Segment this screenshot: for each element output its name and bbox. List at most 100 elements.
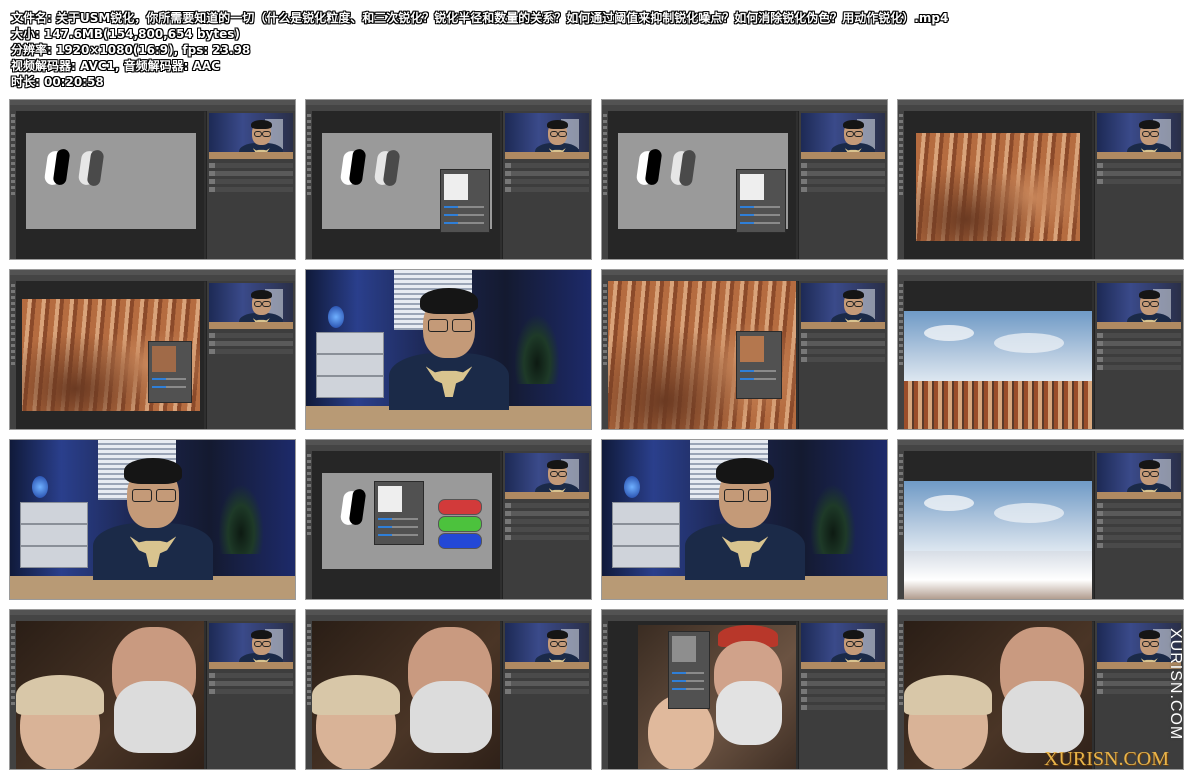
photoshop-window xyxy=(10,610,295,769)
webcam-overlay xyxy=(801,623,885,669)
layers-panel xyxy=(1097,503,1181,551)
layers-panel xyxy=(1097,163,1181,187)
canvas-area xyxy=(904,111,1092,259)
presenter-figure xyxy=(384,286,514,411)
right-panel xyxy=(206,281,295,429)
video-thumbnail xyxy=(9,439,296,600)
layers-panel xyxy=(209,673,293,697)
right-panel xyxy=(502,451,591,599)
watermark-vertical: XURISN.COM xyxy=(1167,628,1184,741)
presenter-scene xyxy=(306,270,591,429)
thumbnail-grid xyxy=(0,0,1194,780)
layers-panel xyxy=(1097,333,1181,373)
canvas-area xyxy=(16,281,204,429)
video-thumbnail xyxy=(601,609,888,770)
canvas-area xyxy=(904,621,1092,769)
presenter-figure xyxy=(680,456,810,581)
unsharp-mask-dialog xyxy=(668,631,710,709)
layers-panel xyxy=(801,673,885,713)
canvas-area xyxy=(16,111,204,259)
layers-panel xyxy=(505,163,589,195)
right-panel xyxy=(206,621,295,769)
canvas-area xyxy=(904,281,1092,429)
layers-panel xyxy=(801,333,885,365)
video-thumbnail xyxy=(897,99,1184,260)
canvas-area xyxy=(608,281,796,429)
right-panel xyxy=(206,111,295,259)
webcam-overlay xyxy=(209,623,293,669)
video-thumbnail xyxy=(305,439,592,600)
video-thumbnail xyxy=(601,99,888,260)
video-thumbnail xyxy=(897,439,1184,600)
gray-canvas xyxy=(26,133,196,229)
layers-panel xyxy=(801,163,885,195)
video-thumbnail xyxy=(9,269,296,430)
layers-panel xyxy=(209,333,293,357)
watermark-logo: XURISN.COM xyxy=(1044,748,1170,770)
portrait-photo xyxy=(16,621,204,769)
webcam-overlay xyxy=(1097,453,1181,499)
layers-panel xyxy=(505,503,589,543)
photoshop-window xyxy=(10,100,295,259)
video-thumbnail xyxy=(897,609,1184,770)
canvas-area xyxy=(904,451,1092,599)
webcam-overlay xyxy=(801,113,885,159)
canvas-area xyxy=(16,621,204,769)
unsharp-mask-dialog xyxy=(440,169,490,233)
sky-photo xyxy=(904,311,1092,429)
photoshop-window xyxy=(898,440,1183,599)
canvas-area xyxy=(312,451,500,599)
video-thumbnail xyxy=(9,99,296,260)
right-panel xyxy=(798,621,887,769)
webcam-overlay xyxy=(505,453,589,499)
canvas-area xyxy=(608,111,796,259)
video-thumbnail xyxy=(9,609,296,770)
webcam-overlay xyxy=(505,113,589,159)
video-thumbnail xyxy=(897,269,1184,430)
sky-photo xyxy=(904,481,1092,599)
webcam-overlay xyxy=(209,113,293,159)
unsharp-mask-dialog xyxy=(148,341,192,403)
presenter-scene xyxy=(10,440,295,599)
webcam-overlay xyxy=(209,283,293,329)
right-panel xyxy=(1094,111,1183,259)
photoshop-window xyxy=(602,270,887,429)
webcam-overlay xyxy=(1097,283,1181,329)
unsharp-mask-dialog xyxy=(736,169,786,233)
photoshop-window xyxy=(898,610,1183,769)
canvas-area xyxy=(312,111,500,259)
photoshop-window xyxy=(602,610,887,769)
layers-panel xyxy=(209,163,293,195)
layers-panel xyxy=(505,673,589,697)
video-thumbnail xyxy=(601,439,888,600)
right-panel xyxy=(798,281,887,429)
video-thumbnail xyxy=(305,269,592,430)
canvas-area xyxy=(312,621,500,769)
photoshop-window xyxy=(306,100,591,259)
photoshop-window xyxy=(10,270,295,429)
right-panel xyxy=(798,111,887,259)
portrait-photo xyxy=(638,625,796,769)
webcam-overlay xyxy=(505,623,589,669)
video-thumbnail xyxy=(601,269,888,430)
video-thumbnail xyxy=(305,609,592,770)
presenter-scene xyxy=(602,440,887,599)
right-panel xyxy=(502,621,591,769)
right-panel xyxy=(502,111,591,259)
unsharp-mask-dialog xyxy=(736,331,782,399)
right-panel xyxy=(1094,281,1183,429)
unsharp-mask-dialog xyxy=(374,481,424,545)
photoshop-window xyxy=(306,610,591,769)
photoshop-window xyxy=(306,440,591,599)
photoshop-window xyxy=(602,100,887,259)
webcam-overlay xyxy=(801,283,885,329)
right-panel xyxy=(1094,451,1183,599)
canvas-area xyxy=(608,621,796,769)
portrait-photo xyxy=(312,621,500,769)
photoshop-window xyxy=(898,270,1183,429)
webcam-overlay xyxy=(1097,113,1181,159)
photoshop-window xyxy=(898,100,1183,259)
canyon-photo xyxy=(916,133,1080,241)
presenter-figure xyxy=(88,456,218,581)
video-thumbnail xyxy=(305,99,592,260)
